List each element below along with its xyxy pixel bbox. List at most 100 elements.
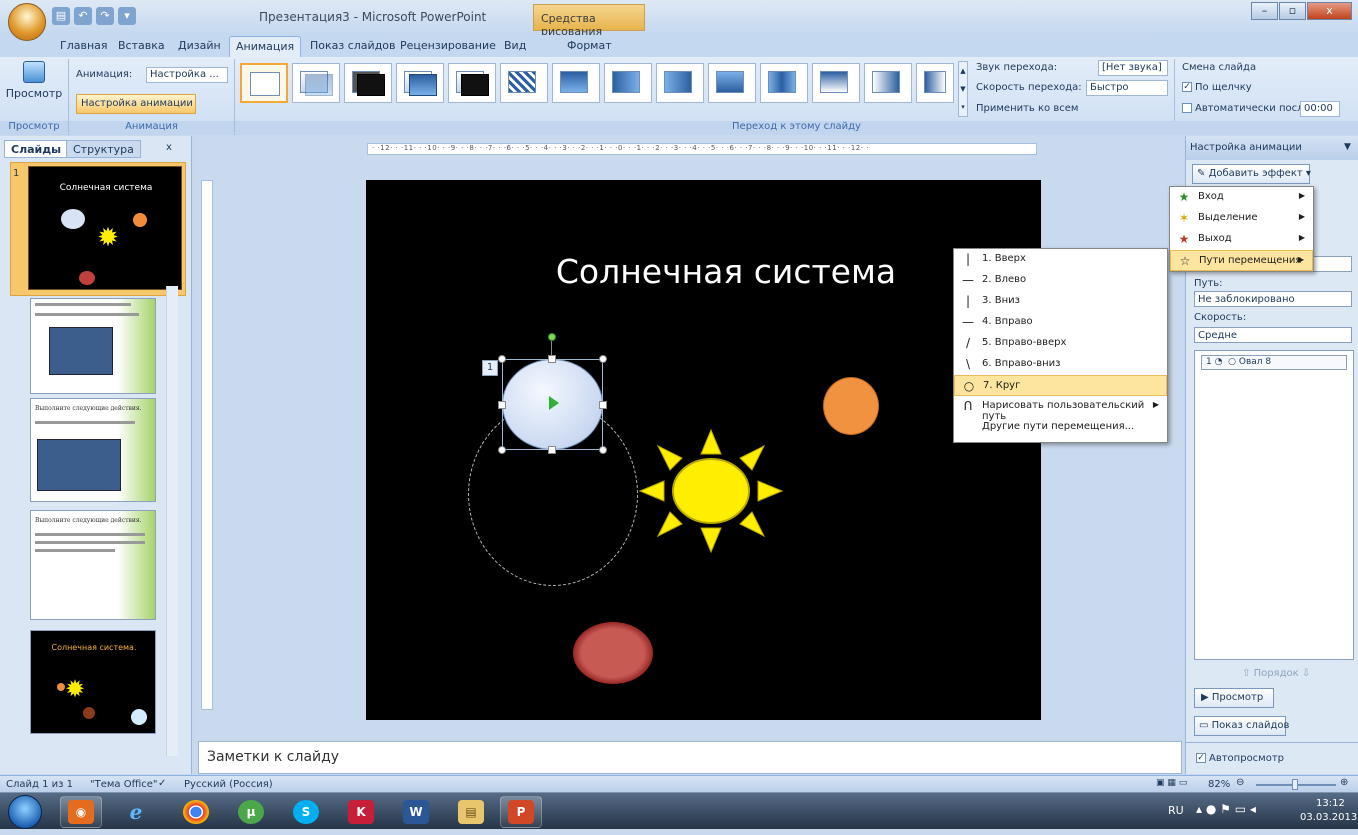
taskbar-explorer[interactable]: ▤ xyxy=(450,796,492,828)
menu-item-right[interactable]: —4. Вправо xyxy=(954,312,1167,333)
menu-item-exit[interactable]: ★ Выход ▶ xyxy=(1170,229,1313,250)
transition-wipe-left[interactable] xyxy=(604,63,652,103)
pane-preview-button[interactable]: ▶ Просмотр xyxy=(1194,688,1274,708)
sun-shape[interactable] xyxy=(638,428,784,554)
save-icon[interactable]: ▤ xyxy=(52,7,70,25)
speed-combo[interactable]: Быстро xyxy=(1086,80,1168,96)
menu-item-draw-custom-path[interactable]: ᑎ Нарисовать пользовательский путь ▶ xyxy=(954,396,1167,422)
menu-item-emphasis[interactable]: ✶ Выделение ▶ xyxy=(1170,208,1313,229)
tab-design[interactable]: Дизайн xyxy=(178,39,221,52)
transition-push-down[interactable] xyxy=(812,63,860,103)
red-planet[interactable] xyxy=(573,622,653,684)
start-button[interactable] xyxy=(8,795,42,829)
preview-button[interactable]: Просмотр xyxy=(4,59,64,117)
clock-date[interactable]: 03.03.2013 xyxy=(1300,812,1357,823)
slide-thumb-2[interactable] xyxy=(30,298,156,394)
transition-push-right[interactable] xyxy=(916,63,954,103)
panel-close-icon[interactable]: x xyxy=(166,142,172,153)
clock-time[interactable]: 13:12 xyxy=(1316,798,1345,809)
animation-order-tag[interactable]: 1 xyxy=(482,360,498,376)
transition-fade-black[interactable] xyxy=(344,63,392,103)
pane-slideshow-button[interactable]: ▭ Показ слайдов xyxy=(1194,716,1289,736)
taskbar-skype[interactable]: S xyxy=(285,796,327,828)
taskbar-word[interactable]: W xyxy=(395,796,437,828)
redo-icon[interactable]: ↷ xyxy=(96,7,114,25)
taskbar-internet-explorer[interactable]: ℯ xyxy=(115,796,157,828)
animation-list-item[interactable]: 1 ◔ ○ Овал 8 xyxy=(1201,355,1347,370)
order-buttons[interactable]: ⇧ Порядок ⇩ xyxy=(1242,668,1310,679)
transition-cut[interactable] xyxy=(396,63,444,103)
tab-view[interactable]: Вид xyxy=(504,39,526,52)
customize-qat-icon[interactable]: ▾ xyxy=(118,7,136,25)
sound-combo[interactable]: [Нет звука] xyxy=(1098,60,1168,76)
transition-fade[interactable] xyxy=(292,63,340,103)
auto-time-field[interactable]: 00:00 xyxy=(1300,101,1340,117)
animation-list[interactable]: 1 ◔ ○ Овал 8 xyxy=(1194,350,1354,660)
path-combo[interactable]: Не заблокировано xyxy=(1194,291,1352,307)
tab-slideshow[interactable]: Показ слайдов xyxy=(310,39,396,52)
custom-animation-button[interactable]: Настройка анимации xyxy=(76,94,196,114)
taskbar-powerpoint[interactable]: P xyxy=(500,796,542,828)
tab-insert[interactable]: Вставка xyxy=(118,39,165,52)
add-effect-button[interactable]: ✎ Добавить эффект ▾ xyxy=(1192,164,1311,184)
rotation-handle[interactable] xyxy=(548,333,556,341)
transition-wipe-down[interactable] xyxy=(552,63,600,103)
view-buttons[interactable]: ▣ ▦ ▭ xyxy=(1156,778,1187,788)
slide-title[interactable]: Солнечная система xyxy=(496,252,956,291)
on-click-checkbox[interactable]: ✓ По щелчку xyxy=(1182,82,1252,93)
auto-after-checkbox[interactable]: Автоматически после: xyxy=(1182,103,1313,114)
apply-all-button[interactable]: Применить ко всем xyxy=(976,103,1078,114)
zoom-in-icon[interactable]: ⊕ xyxy=(1340,777,1348,788)
taskbar-kaspersky[interactable]: K xyxy=(340,796,382,828)
tab-review[interactable]: Рецензирование xyxy=(400,39,496,52)
tab-outline[interactable]: Структура xyxy=(66,140,141,158)
menu-item-right-up[interactable]: /5. Вправо-вверх xyxy=(954,333,1167,354)
tab-home[interactable]: Главная xyxy=(60,39,108,52)
orange-planet[interactable] xyxy=(823,377,879,435)
input-language[interactable]: RU xyxy=(1168,804,1184,817)
slide-thumb-4[interactable]: Выполните следующие действия. xyxy=(30,510,156,620)
office-button[interactable] xyxy=(8,3,46,41)
menu-item-right-down[interactable]: \ 6. Вправо-вниз xyxy=(954,354,1167,375)
menu-item-down[interactable]: | 3. Вниз xyxy=(954,291,1167,312)
panel-scrollbar[interactable] xyxy=(166,286,178,756)
menu-item-more-paths[interactable]: Другие пути перемещения... xyxy=(954,417,1167,438)
taskbar-app-launcher[interactable]: ◉ xyxy=(60,796,102,828)
close-button[interactable]: x xyxy=(1307,2,1352,20)
maximize-button[interactable]: ▫ xyxy=(1279,2,1306,20)
autopreview-checkbox[interactable]: ✓ Автопросмотр xyxy=(1196,753,1284,764)
slide-canvas[interactable]: Солнечная система 1 xyxy=(366,180,1041,720)
menu-item-left[interactable]: —2. Влево xyxy=(954,270,1167,291)
menu-item-motion-paths[interactable]: ☆ Пути перемещения ▶ xyxy=(1170,250,1313,271)
transition-wipe-right[interactable] xyxy=(656,63,704,103)
transition-wipe-up[interactable] xyxy=(708,63,756,103)
slide-thumb-5[interactable]: Солнечная система. ✹ xyxy=(30,630,156,734)
transition-none[interactable] xyxy=(240,63,288,103)
transition-split[interactable] xyxy=(760,63,808,103)
slide-thumb-3[interactable]: Выполните следующие действия. xyxy=(30,398,156,502)
speed-combo[interactable]: Средне xyxy=(1194,327,1352,343)
tab-slides[interactable]: Слайды xyxy=(4,140,69,158)
minimize-button[interactable]: – xyxy=(1251,2,1278,20)
menu-item-up[interactable]: | 1. Вверх xyxy=(954,249,1167,270)
tab-animation[interactable]: Анимация xyxy=(229,36,302,58)
transition-gallery-scroll[interactable]: ▲ ▼ ▾ xyxy=(958,61,968,117)
spellcheck-icon[interactable]: ✓ xyxy=(158,778,166,789)
slide-thumb-1[interactable]: Солнечная система ✹ xyxy=(28,166,182,290)
taskbar-chrome[interactable] xyxy=(175,796,217,828)
zoom-slider-thumb[interactable] xyxy=(1292,779,1298,790)
tab-format[interactable]: Формат xyxy=(567,39,612,52)
tray-icons[interactable]: ▴ ● ⚑ ▭ ◂ xyxy=(1196,802,1256,816)
menu-item-entrance[interactable]: ★ Вход ▶ xyxy=(1170,187,1313,208)
transition-push-left[interactable] xyxy=(864,63,912,103)
zoom-level[interactable]: 82% xyxy=(1208,779,1230,790)
zoom-out-icon[interactable]: ⊖ xyxy=(1236,777,1244,788)
transition-cut-black[interactable] xyxy=(448,63,496,103)
theme-name[interactable]: "Тема Office" xyxy=(90,779,158,790)
taskbar-utorrent[interactable]: µ xyxy=(230,796,272,828)
transition-dissolve[interactable] xyxy=(500,63,548,103)
notes-pane[interactable]: Заметки к слайду xyxy=(198,741,1182,774)
pane-menu-icon[interactable]: ▼ xyxy=(1344,142,1351,152)
menu-item-circle[interactable]: ○ 7. Круг xyxy=(954,375,1167,396)
animation-combo[interactable]: Настройка ... xyxy=(146,67,228,83)
